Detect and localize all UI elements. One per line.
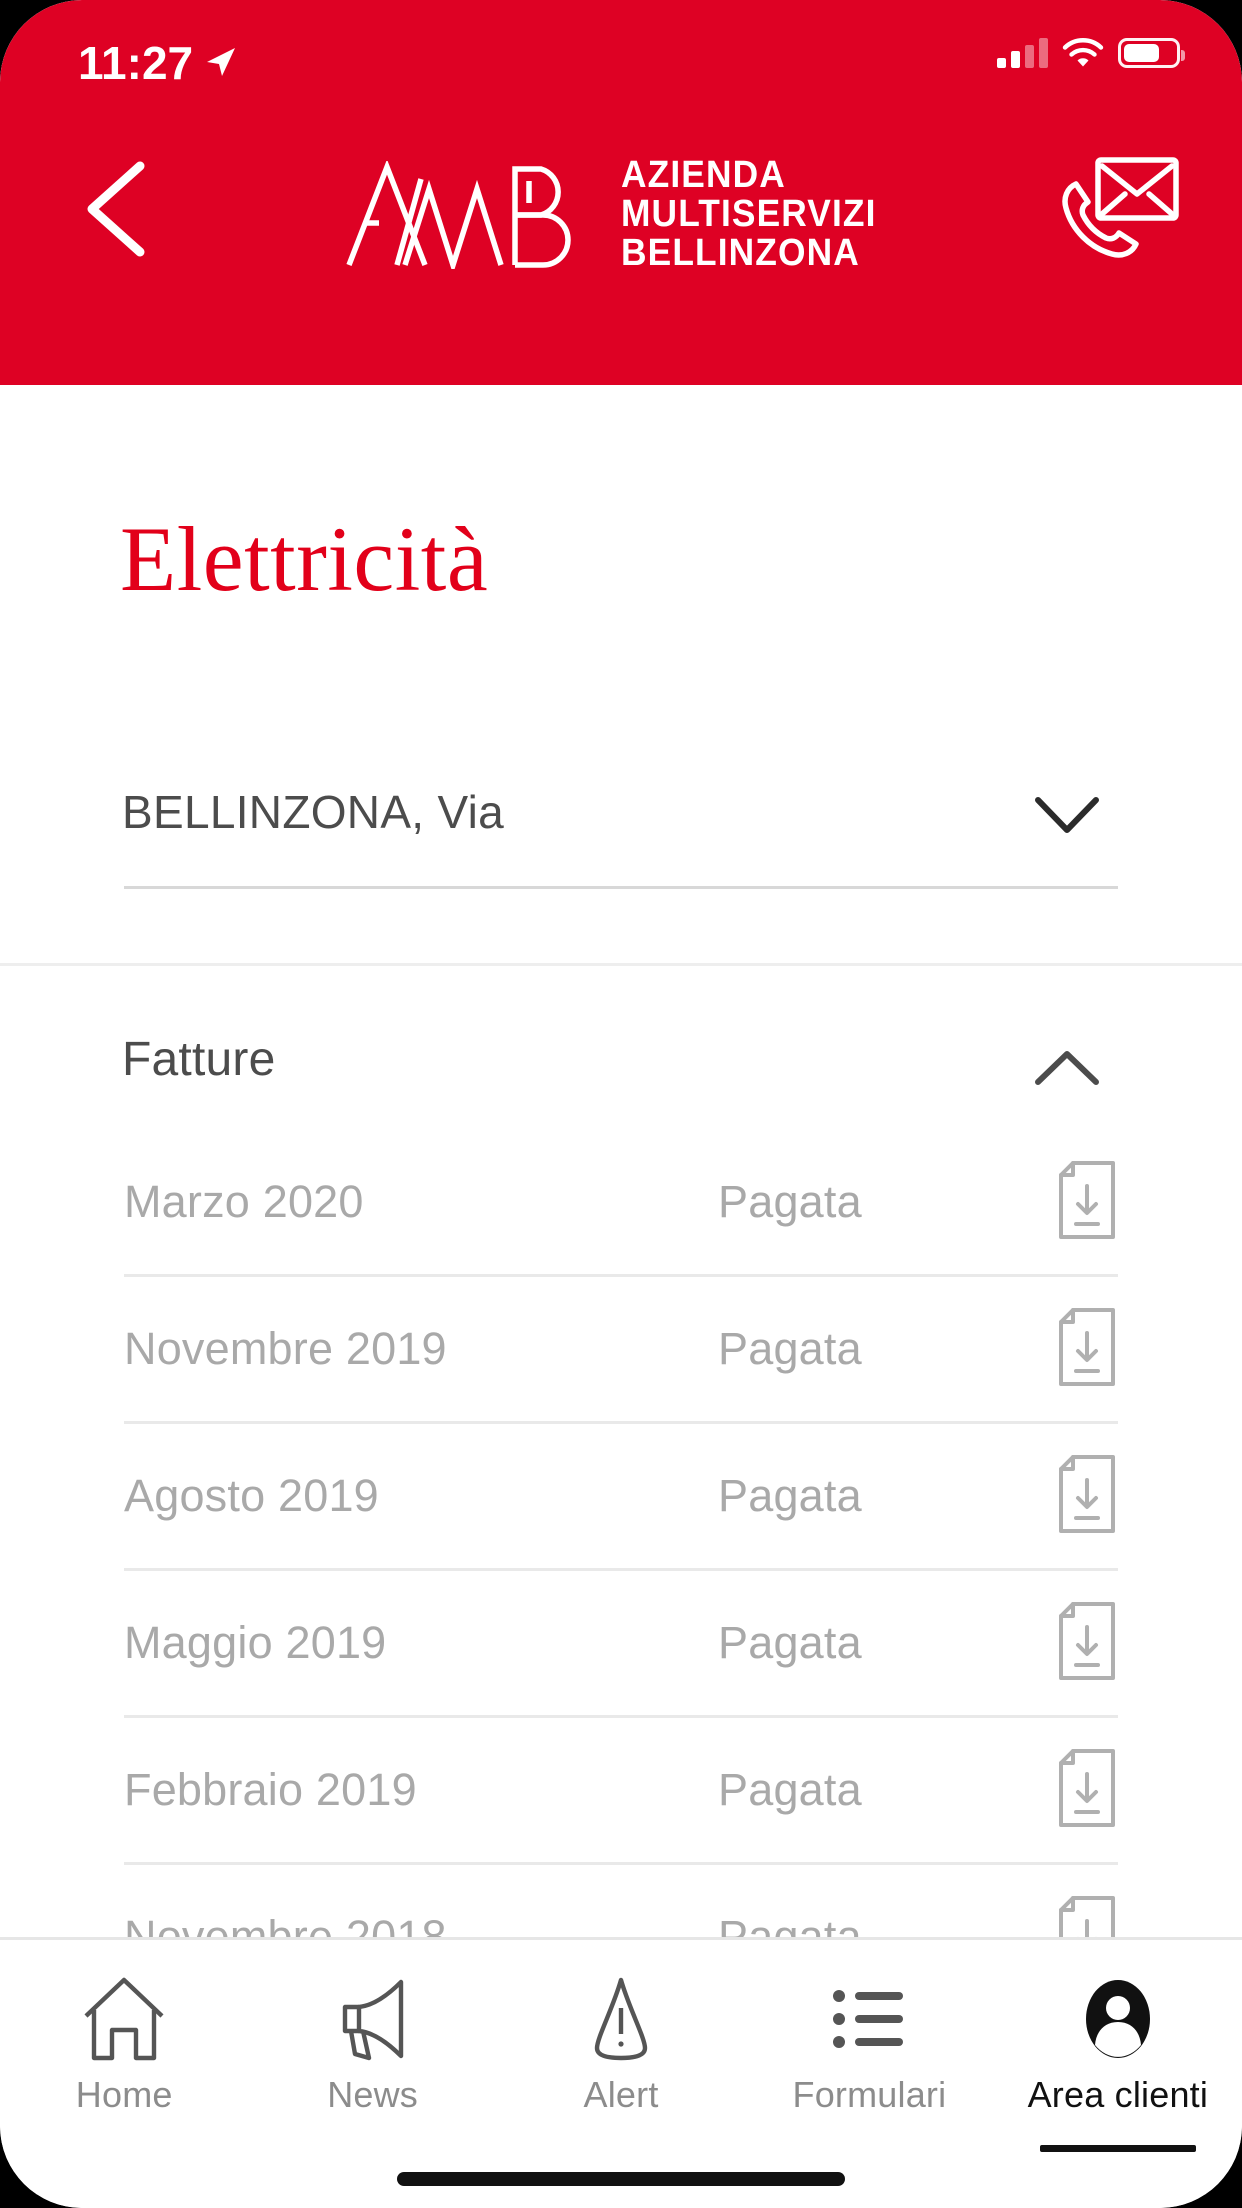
status-bar-clock: 11:27: [78, 37, 194, 89]
brand-lockup: AZIENDA MULTISERVIZI BELLINZONA: [343, 154, 896, 274]
invoice-month: Febbraio 2019: [124, 1764, 417, 1815]
invoice-status: Pagata: [718, 1176, 862, 1227]
tab-active-underline: [1039, 2145, 1196, 2152]
table-row[interactable]: Novembre 2018 Pagata: [124, 1862, 1118, 1942]
address-selector-underline: [124, 886, 1118, 889]
chevron-down-icon: [1032, 792, 1102, 838]
table-row[interactable]: Maggio 2019 Pagata: [124, 1568, 1118, 1715]
bottom-tab-bar: Home News Alert Formulari Area clienti: [0, 1937, 1242, 2208]
app-header: 11:27 AZIENDA MULTISERVIZI BELLINZONA: [0, 0, 1242, 385]
table-row[interactable]: Marzo 2020 Pagata: [124, 1130, 1118, 1274]
home-indicator: [397, 2172, 845, 2186]
invoice-month: Agosto 2019: [124, 1470, 379, 1521]
amb-logo-icon: [343, 158, 593, 274]
tab-alert[interactable]: Alert: [497, 1940, 745, 2208]
tab-label: Area clienti: [1027, 2074, 1209, 2115]
file-download-icon[interactable]: [1056, 1454, 1118, 1534]
status-bar: 11:27: [0, 0, 1242, 115]
invoice-status: Pagata: [718, 1470, 862, 1521]
tab-label: Alert: [583, 2074, 659, 2115]
file-download-icon[interactable]: [1056, 1160, 1118, 1240]
address-selector-value: BELLINZONA, Via: [122, 786, 505, 838]
invoice-status: Pagata: [718, 1617, 862, 1668]
tab-home[interactable]: Home: [0, 1940, 248, 2208]
fatture-accordion-title: Fatture: [122, 1033, 276, 1086]
list-icon: [821, 1974, 917, 2064]
invoice-month: Novembre 2019: [124, 1323, 447, 1374]
wifi-icon: [1062, 38, 1104, 68]
location-arrow-icon: [202, 44, 238, 80]
cellular-signal-icon: [997, 38, 1048, 68]
file-download-icon[interactable]: [1056, 1895, 1118, 1942]
battery-icon: [1118, 38, 1185, 68]
section-divider: [0, 963, 1242, 966]
app-screen: 11:27 AZIENDA MULTISERVIZI BELLINZONA El…: [0, 0, 1242, 2208]
invoice-month: Maggio 2019: [124, 1617, 387, 1668]
home-icon: [76, 1974, 172, 2064]
invoice-list[interactable]: Marzo 2020 Pagata Novembre 2019 Pagata Agost…: [0, 1130, 1242, 1942]
table-row[interactable]: Novembre 2019 Pagata: [124, 1274, 1118, 1421]
back-button[interactable]: [70, 154, 166, 264]
file-download-icon[interactable]: [1056, 1307, 1118, 1387]
warning-triangle-icon: [573, 1974, 669, 2064]
header-nav-row: AZIENDA MULTISERVIZI BELLINZONA: [0, 130, 1242, 290]
invoice-status: Pagata: [718, 1764, 862, 1815]
table-row[interactable]: Agosto 2019 Pagata: [124, 1421, 1118, 1568]
table-row[interactable]: Febbraio 2019 Pagata: [124, 1715, 1118, 1862]
page-title: Elettricità: [120, 508, 489, 610]
file-download-icon[interactable]: [1056, 1601, 1118, 1681]
tab-label: News: [327, 2074, 419, 2115]
address-selector[interactable]: BELLINZONA, Via: [0, 760, 1242, 890]
tab-area-clienti[interactable]: Area clienti: [994, 1940, 1242, 2208]
user-avatar-icon: [1070, 1974, 1166, 2064]
fatture-accordion-header[interactable]: Fatture: [0, 1010, 1242, 1130]
tab-label: Home: [75, 2074, 173, 2115]
invoice-status: Pagata: [718, 1323, 862, 1374]
tab-label: Formulari: [792, 2074, 947, 2115]
tab-formulari[interactable]: Formulari: [745, 1940, 993, 2208]
chevron-up-icon: [1032, 1048, 1102, 1090]
tab-news[interactable]: News: [248, 1940, 496, 2208]
phone-envelope-icon[interactable]: [1052, 150, 1182, 268]
invoice-month: Marzo 2020: [124, 1176, 364, 1227]
status-bar-indicators: [997, 38, 1185, 68]
megaphone-icon: [325, 1974, 421, 2064]
brand-wordmark: AZIENDA MULTISERVIZI BELLINZONA: [621, 154, 877, 274]
file-download-icon[interactable]: [1056, 1748, 1118, 1828]
